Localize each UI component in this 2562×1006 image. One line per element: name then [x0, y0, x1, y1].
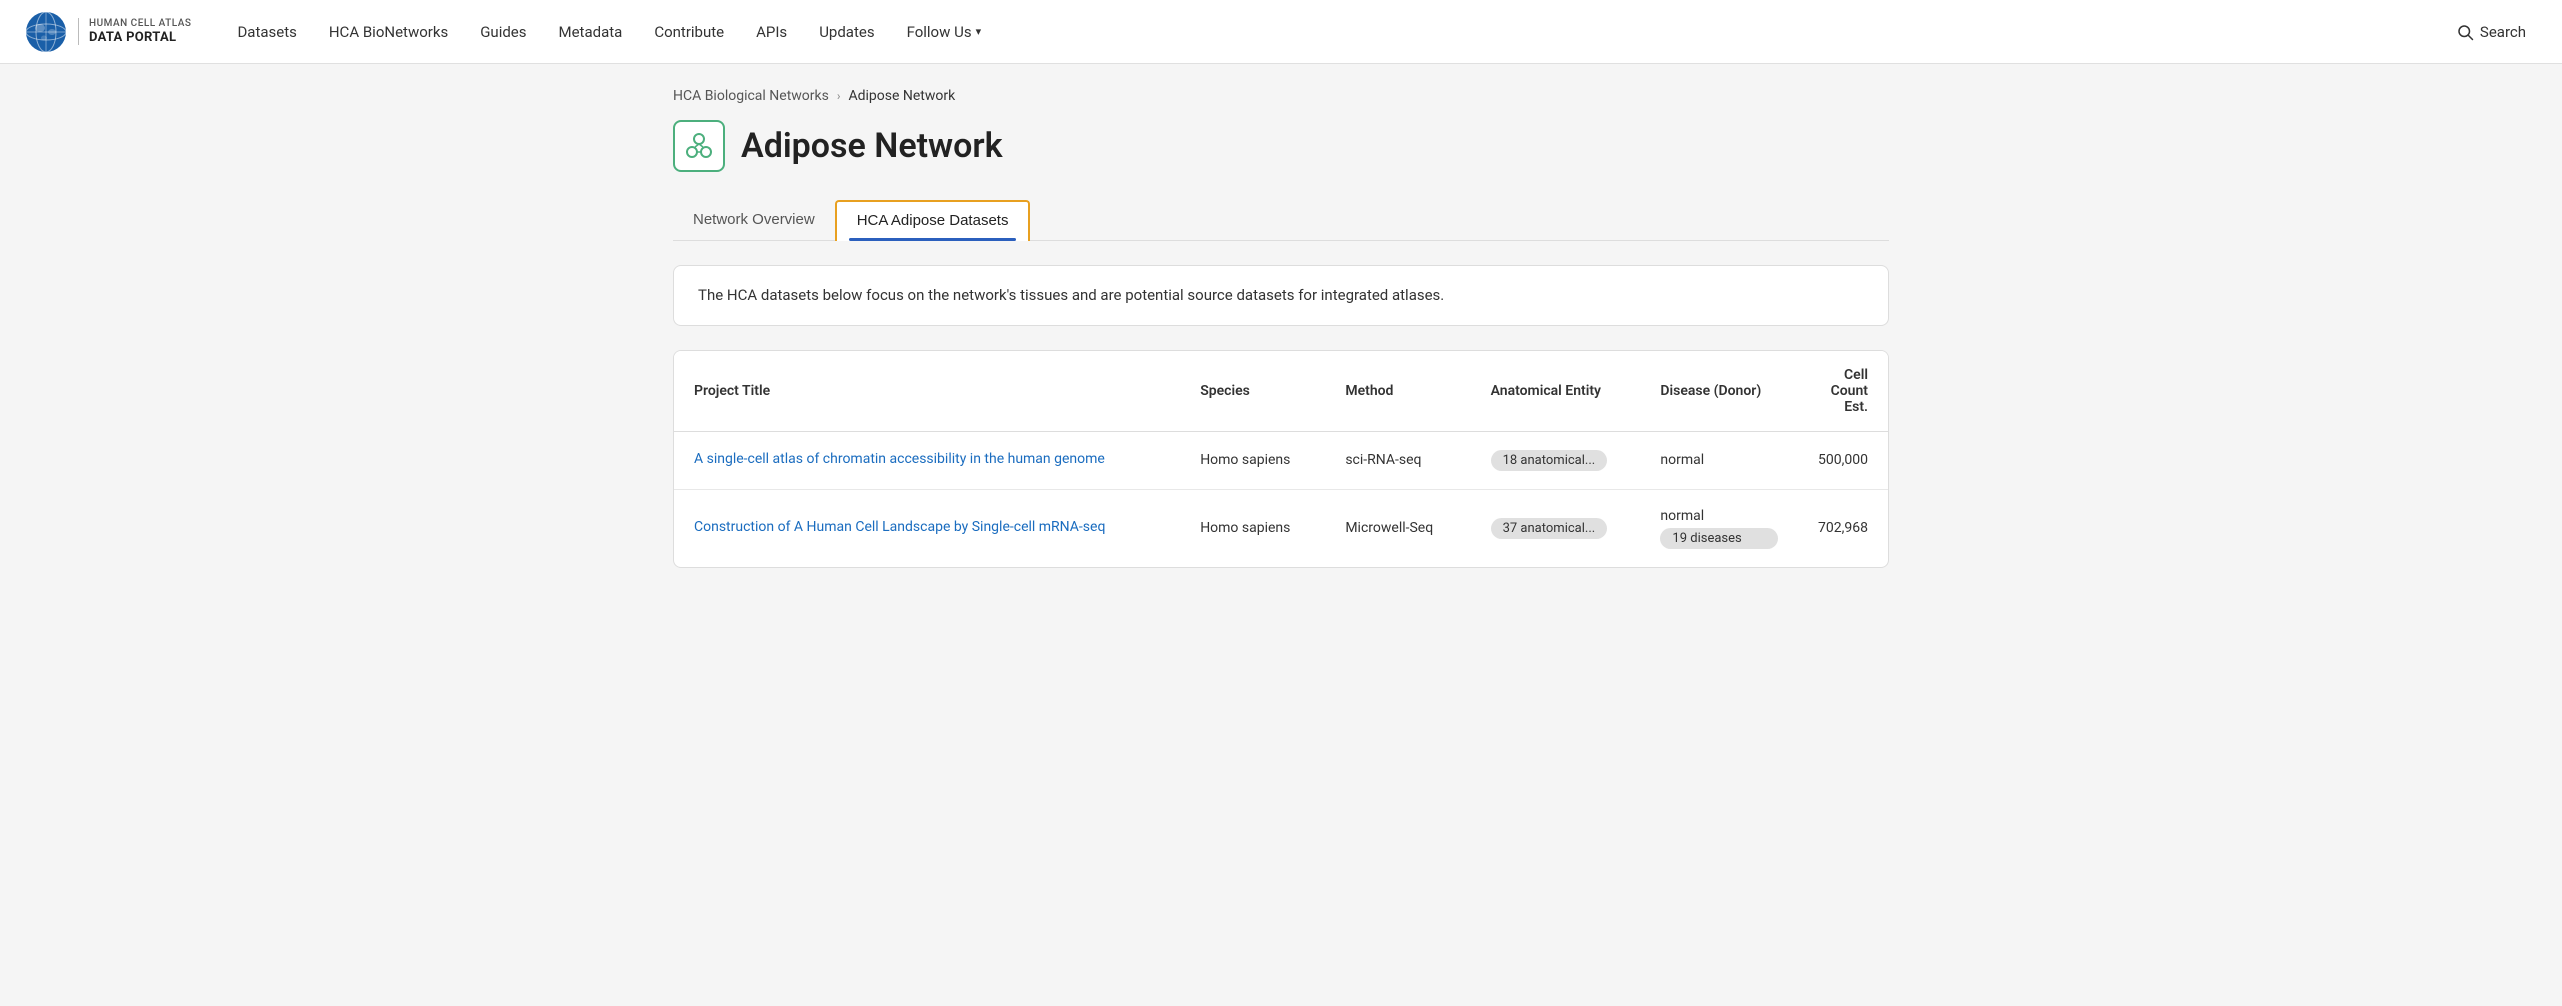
col-header-anatomical-entity: Anatomical Entity	[1471, 351, 1641, 432]
tabs-container: Network Overview HCA Adipose Datasets	[673, 200, 1889, 241]
info-box-text: The HCA datasets below focus on the netw…	[698, 284, 1864, 307]
nav-metadata[interactable]: Metadata	[545, 15, 637, 49]
disease-normal-2: normal	[1660, 508, 1778, 524]
table-cell-method-2: Microwell-Seq	[1325, 489, 1470, 567]
tab-hca-adipose-datasets[interactable]: HCA Adipose Datasets	[835, 200, 1031, 241]
table-cell-project-title-1: A single-cell atlas of chromatin accessi…	[674, 431, 1180, 489]
disease-cell-2: normal 19 diseases	[1660, 508, 1778, 549]
project-link-1[interactable]: A single-cell atlas of chromatin accessi…	[694, 451, 1105, 467]
table-cell-species-2: Homo sapiens	[1180, 489, 1325, 567]
nav-links: Datasets HCA BioNetworks Guides Metadata…	[223, 15, 2443, 49]
breadcrumb-current: Adipose Network	[848, 88, 955, 104]
breadcrumb-separator: ›	[837, 89, 841, 103]
anatomical-badge-2: 37 anatomical...	[1491, 518, 1608, 539]
col-header-project-title: Project Title	[674, 351, 1180, 432]
nav-guides[interactable]: Guides	[466, 15, 540, 49]
cells-icon	[682, 129, 716, 163]
datasets-table: Project Title Species Method Anatomical …	[674, 351, 1888, 567]
nav-follow-us[interactable]: Follow Us ▾	[893, 15, 996, 49]
globe-icon	[24, 10, 68, 54]
table-row: A single-cell atlas of chromatin accessi…	[674, 431, 1888, 489]
table-cell-count-2: 702,968	[1798, 489, 1888, 567]
logo-top-text: HUMAN CELL ATLAS	[89, 18, 191, 30]
table-header-row: Project Title Species Method Anatomical …	[674, 351, 1888, 432]
col-header-disease: Disease (Donor)	[1640, 351, 1798, 432]
chevron-down-icon: ▾	[976, 25, 982, 38]
disease-normal-1: normal	[1660, 452, 1778, 468]
table-cell-disease-1: normal	[1640, 431, 1798, 489]
anatomical-badge-1: 18 anatomical...	[1491, 450, 1608, 471]
disease-badge-2: 19 diseases	[1660, 528, 1778, 549]
col-header-cell-count: Cell Count Est.	[1798, 351, 1888, 432]
nav-apis[interactable]: APIs	[742, 15, 801, 49]
search-label: Search	[2480, 23, 2526, 41]
table-cell-count-1: 500,000	[1798, 431, 1888, 489]
nav-bionetworks[interactable]: HCA BioNetworks	[315, 15, 462, 49]
breadcrumb-parent[interactable]: HCA Biological Networks	[673, 88, 829, 104]
logo-bottom-text: DATA PORTAL	[89, 30, 191, 46]
table-cell-method-1: sci-RNA-seq	[1325, 431, 1470, 489]
datasets-table-container: Project Title Species Method Anatomical …	[673, 350, 1889, 568]
info-box: The HCA datasets below focus on the netw…	[673, 265, 1889, 326]
col-header-species: Species	[1180, 351, 1325, 432]
disease-cell-1: normal	[1660, 452, 1778, 468]
table-cell-anatomical-1: 18 anatomical...	[1471, 431, 1641, 489]
site-logo[interactable]: HUMAN CELL ATLAS DATA PORTAL	[24, 10, 191, 54]
network-icon	[673, 120, 725, 172]
table-cell-disease-2: normal 19 diseases	[1640, 489, 1798, 567]
breadcrumb: HCA Biological Networks › Adipose Networ…	[673, 88, 1889, 104]
page-title: Adipose Network	[741, 126, 1003, 166]
page-title-row: Adipose Network	[673, 120, 1889, 172]
search-icon	[2456, 23, 2474, 41]
table-cell-anatomical-2: 37 anatomical...	[1471, 489, 1641, 567]
nav-updates[interactable]: Updates	[805, 15, 888, 49]
search-button[interactable]: Search	[2444, 15, 2538, 49]
page-content: HCA Biological Networks › Adipose Networ…	[641, 64, 1921, 592]
table-row: Construction of A Human Cell Landscape b…	[674, 489, 1888, 567]
table-cell-project-title-2: Construction of A Human Cell Landscape b…	[674, 489, 1180, 567]
tab-network-overview[interactable]: Network Overview	[673, 201, 835, 240]
project-link-2[interactable]: Construction of A Human Cell Landscape b…	[694, 519, 1105, 535]
nav-datasets[interactable]: Datasets	[223, 15, 310, 49]
navbar: HUMAN CELL ATLAS DATA PORTAL Datasets HC…	[0, 0, 2562, 64]
table-cell-species-1: Homo sapiens	[1180, 431, 1325, 489]
nav-contribute[interactable]: Contribute	[640, 15, 738, 49]
col-header-method: Method	[1325, 351, 1470, 432]
